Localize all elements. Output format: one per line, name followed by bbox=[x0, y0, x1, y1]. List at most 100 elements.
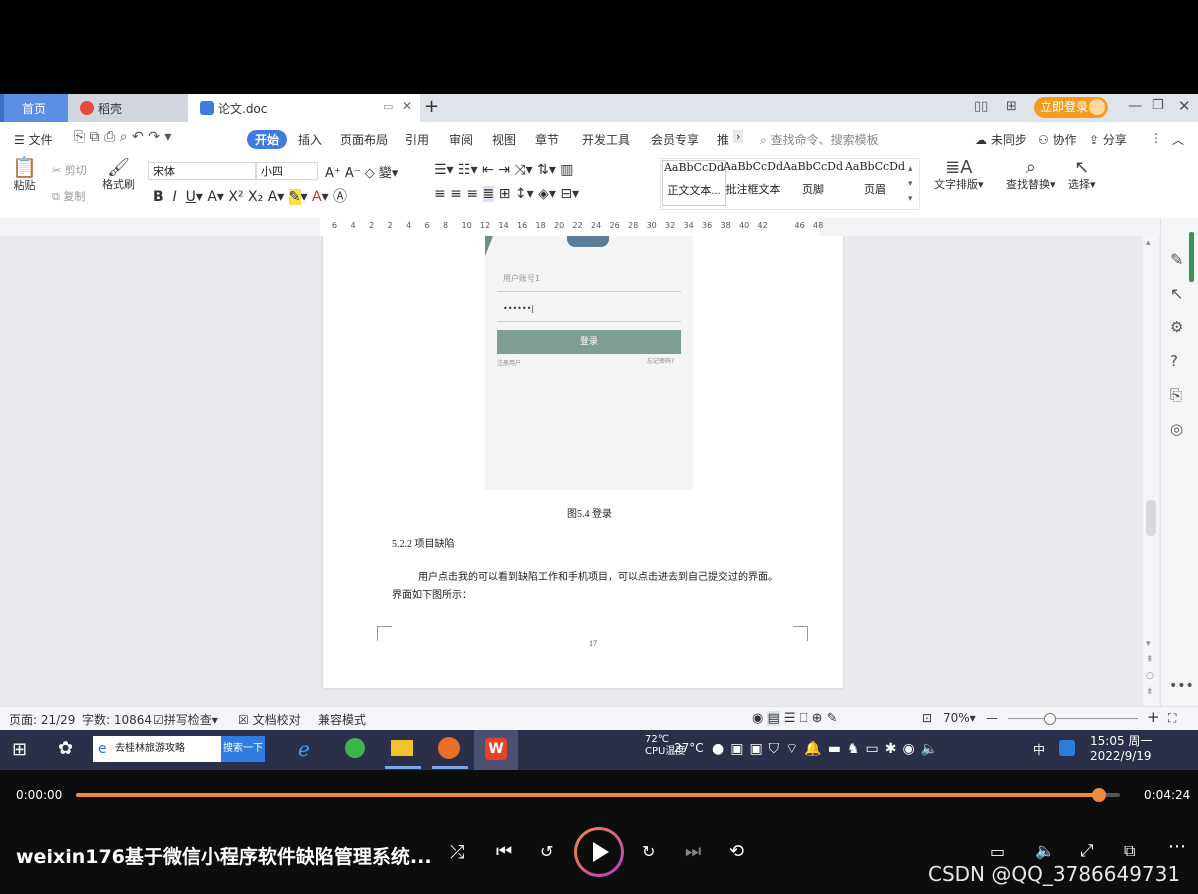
volume-icon[interactable]: 🔈 bbox=[1035, 841, 1055, 860]
taskbar-search-button[interactable]: 搜索一下 bbox=[221, 736, 265, 762]
tab-close-icon[interactable]: ✕ bbox=[402, 99, 412, 113]
tab-daoke[interactable]: 稻壳 bbox=[68, 94, 188, 122]
alignment-buttons[interactable]: ≡ ≡ ≡ ≣ ⊞ ↕▾ ◈▾ ⊟▾ bbox=[434, 186, 579, 202]
tab-review[interactable]: 审阅 bbox=[449, 131, 473, 148]
tab-scroll-chevron-icon[interactable]: › bbox=[733, 130, 744, 143]
tab-pin-icon[interactable]: ▭ bbox=[383, 100, 393, 113]
font-format-buttons[interactable]: B I U▾ A▾ X² X₂ A▾ ✎▾ A▾ Ⓐ bbox=[153, 186, 347, 206]
taskbar-search-box[interactable]: e 去桂林旅游攻略 bbox=[93, 736, 221, 762]
share-button[interactable]: ⇪ 分享 bbox=[1089, 131, 1127, 148]
font-family-select[interactable]: 宋体 bbox=[148, 162, 256, 180]
location-icon[interactable]: ◎ bbox=[1170, 420, 1183, 438]
login-button[interactable]: 立即登录 bbox=[1034, 97, 1108, 118]
style-footer[interactable]: AaBbCcDd 页脚 bbox=[782, 160, 844, 204]
select-button[interactable]: ↖ 选择▾ bbox=[1068, 159, 1096, 192]
seek-thumb[interactable] bbox=[1092, 788, 1107, 802]
tab-more[interactable]: 推 bbox=[717, 131, 729, 148]
file-explorer-icon[interactable] bbox=[391, 740, 413, 756]
wps-taskbar-item[interactable]: W bbox=[474, 730, 518, 770]
more-options-icon[interactable]: ⋮ bbox=[1150, 131, 1162, 145]
paragraph-list-buttons[interactable]: ☰▾ ☷▾ ⇤ ⇥ ⤨▾ ⇅▾ ▥ bbox=[434, 162, 574, 178]
format-painter-button[interactable]: 🖌 格式刷 bbox=[102, 159, 135, 192]
more-dots-icon[interactable]: ••• bbox=[1169, 678, 1194, 694]
pen-icon[interactable]: ✎ bbox=[1170, 250, 1183, 269]
more-icon[interactable]: ⋯ bbox=[1168, 836, 1186, 857]
spellcheck-button[interactable]: ☑拼写检查▾ bbox=[153, 711, 218, 728]
play-button[interactable] bbox=[574, 827, 624, 877]
zoom-slider-track[interactable] bbox=[1008, 718, 1138, 719]
next-icon[interactable]: ⏭ bbox=[685, 841, 701, 862]
scroll-up-icon[interactable]: ▴ bbox=[1146, 238, 1151, 248]
tab-home[interactable]: 首页 bbox=[0, 94, 68, 122]
restore-icon[interactable]: ❐ bbox=[1152, 98, 1164, 113]
vertical-scrollbar[interactable]: ▴ ▾ ⇞ ○ ⇟ bbox=[1143, 236, 1159, 706]
qq-tray-icon[interactable] bbox=[1059, 740, 1075, 756]
shuffle-icon[interactable]: ⤮ bbox=[450, 842, 464, 863]
tab-page-layout[interactable]: 页面布局 bbox=[340, 131, 388, 148]
page-nav-icons[interactable]: ▾ ⇞ ○ ⇟ bbox=[1146, 636, 1154, 700]
tab-references[interactable]: 引用 bbox=[405, 131, 429, 148]
tab-chapter[interactable]: 章节 bbox=[535, 131, 559, 148]
translate-icon[interactable]: ⎘ bbox=[1170, 386, 1182, 404]
ie-browser-icon[interactable]: ℯ bbox=[298, 737, 310, 761]
document-canvas[interactable]: 用户账号1 ••••••| 登录 注册用户 忘记密码? 图5.4 登录 5.2.… bbox=[0, 236, 1160, 706]
pointer-icon[interactable]: ↖ bbox=[1170, 284, 1183, 303]
360-browser-icon[interactable] bbox=[345, 738, 365, 758]
scroll-thumb[interactable] bbox=[1146, 500, 1156, 536]
forward-30-icon[interactable]: ↻ bbox=[642, 842, 655, 861]
tab-developer[interactable]: 开发工具 bbox=[582, 131, 630, 148]
font-size-controls[interactable]: A⁺ A⁻ ◇ 變▾ bbox=[325, 162, 398, 181]
pip-icon[interactable]: ⧉ bbox=[1124, 841, 1135, 861]
new-tab-plus-icon[interactable]: + bbox=[424, 96, 439, 117]
tab-document[interactable]: 论文.doc ▭ ✕ bbox=[188, 94, 420, 122]
system-clock[interactable]: 15:05 周一 2022/9/19 bbox=[1090, 734, 1152, 764]
windows-start-icon[interactable]: ⊞ bbox=[12, 739, 27, 760]
tab-member[interactable]: 会员专享 bbox=[651, 131, 699, 148]
zoom-in-icon[interactable]: + bbox=[1147, 708, 1160, 726]
zoom-level[interactable]: 70%▾ bbox=[943, 711, 976, 725]
tray-icons[interactable]: ●▣▣⛉⌔🔔▬♞▭✱◉🔈 bbox=[712, 740, 944, 758]
fit-icon[interactable]: ⊡ bbox=[922, 711, 932, 725]
help-icon[interactable]: ? bbox=[1170, 352, 1178, 370]
find-replace-button[interactable]: ⌕ 查找替换▾ bbox=[1006, 159, 1056, 192]
collapse-ribbon-icon[interactable]: ︿ bbox=[1172, 131, 1184, 148]
style-header[interactable]: AaBbCcDd 页眉 bbox=[844, 160, 906, 204]
previous-icon[interactable]: ⏮ bbox=[496, 841, 512, 862]
subtitles-icon[interactable]: ▭ bbox=[990, 842, 1005, 861]
sliders-icon[interactable]: ⚙ bbox=[1170, 318, 1183, 336]
tab-start[interactable]: 开始 bbox=[247, 130, 288, 149]
sync-button[interactable]: ☁ 未同步 bbox=[975, 131, 1027, 148]
tab-insert[interactable]: 插入 bbox=[298, 131, 322, 148]
seek-bar[interactable] bbox=[76, 788, 1120, 802]
rewind-10-icon[interactable]: ↺ bbox=[540, 842, 553, 861]
command-search[interactable]: ⌕ 查找命令、搜索模板 bbox=[760, 131, 879, 148]
close-window-icon[interactable]: ✕ bbox=[1178, 97, 1191, 115]
word-count[interactable]: 字数: 10864 bbox=[82, 711, 152, 728]
zoom-slider-thumb[interactable] bbox=[1044, 713, 1056, 725]
view-mode-icons[interactable]: ◉ ▤ ☰ ⎕ ⊕ ✎ bbox=[752, 711, 838, 726]
minimize-icon[interactable]: — bbox=[1128, 98, 1142, 114]
style-comment-text[interactable]: AaBbCcDd 批注框文本 bbox=[722, 160, 784, 204]
style-gallery-scroll-icon[interactable]: ▴ ▾ ▾ bbox=[908, 162, 913, 207]
zoom-out-icon[interactable]: — bbox=[986, 711, 998, 725]
file-menu[interactable]: ☰ 文件 bbox=[14, 131, 53, 148]
repeat-icon[interactable]: ⟲ bbox=[729, 841, 744, 862]
font-size-select[interactable]: 小四 bbox=[256, 162, 318, 180]
text-layout-button[interactable]: ≣A 文字排版▾ bbox=[934, 159, 984, 192]
expand-icon[interactable]: ⤢ bbox=[1080, 841, 1094, 861]
quick-access-icons[interactable]: ⎘ ⧉ ⎙ ⌕ ↶ ↷ ▾ bbox=[74, 129, 171, 145]
apps-grid-icon[interactable]: ⊞ bbox=[1006, 99, 1017, 114]
ime-indicator[interactable]: 中 bbox=[1033, 741, 1045, 758]
fullscreen-icon[interactable]: ⛶ bbox=[1168, 711, 1176, 726]
media-player-icon[interactable] bbox=[438, 737, 460, 759]
tab-view[interactable]: 视图 bbox=[492, 131, 516, 148]
horizontal-ruler[interactable]: 6 4 2 2 4 6 8 10 12 14 16 18 20 22 24 26 28 30 32 34 36 38 40 4… bbox=[0, 218, 1198, 236]
style-body-text[interactable]: AaBbCcDd 正文文本... bbox=[662, 160, 726, 206]
paste-button[interactable]: 📋 粘贴 bbox=[12, 157, 37, 193]
page-indicator[interactable]: 页面: 21/29 bbox=[9, 711, 75, 728]
proofread-button[interactable]: ☒ 文档校对 bbox=[238, 711, 301, 728]
copy-button[interactable]: ⧉ 复制 bbox=[52, 188, 85, 204]
collab-button[interactable]: ⚇ 协作 bbox=[1038, 131, 1077, 148]
document-page[interactable]: 用户账号1 ••••••| 登录 注册用户 忘记密码? 图5.4 登录 5.2.… bbox=[323, 236, 843, 688]
app-launcher-icon[interactable]: ✿ bbox=[58, 738, 73, 759]
